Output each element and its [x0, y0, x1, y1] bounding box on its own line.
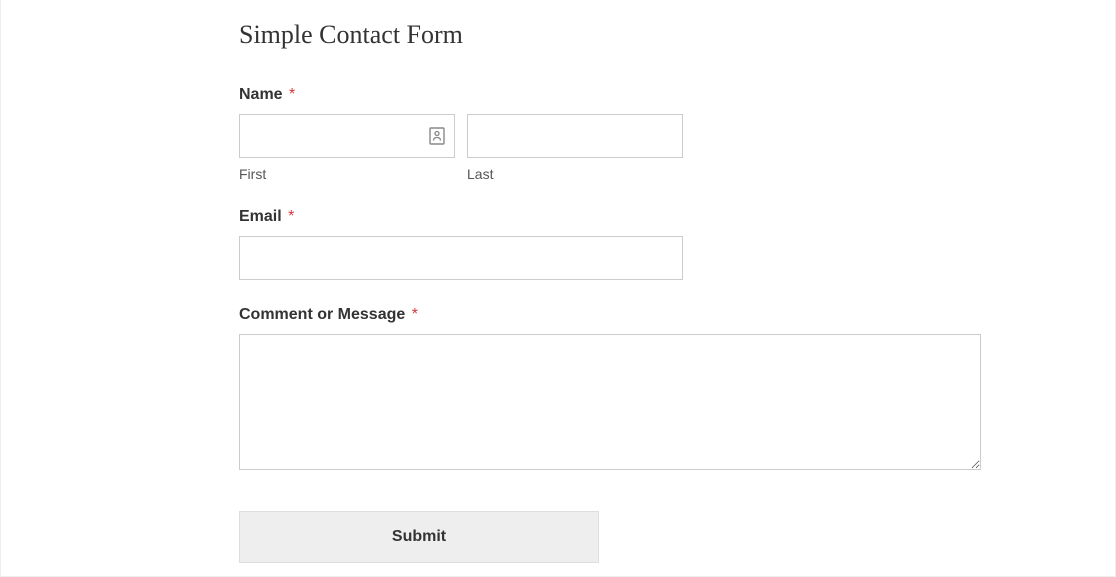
name-label-text: Name: [239, 86, 283, 103]
message-field-group: Comment or Message *: [239, 306, 1115, 475]
last-name-sublabel: Last: [467, 166, 683, 182]
first-name-wrap: [239, 114, 455, 158]
name-field-group: Name * First Las: [239, 86, 1115, 182]
last-name-col: Last: [467, 114, 683, 182]
email-field-group: Email *: [239, 208, 1115, 280]
form-title: Simple Contact Form: [239, 20, 1115, 50]
first-name-col: First: [239, 114, 455, 182]
required-mark: *: [412, 306, 418, 323]
message-label-text: Comment or Message: [239, 306, 405, 323]
email-input[interactable]: [239, 236, 683, 280]
email-label-text: Email: [239, 208, 282, 225]
required-mark: *: [288, 208, 294, 225]
message-label: Comment or Message *: [239, 306, 1115, 324]
submit-button[interactable]: Submit: [239, 511, 599, 563]
message-textarea[interactable]: [239, 334, 981, 470]
form-container: Simple Contact Form Name * First: [1, 0, 1115, 563]
required-mark: *: [289, 86, 295, 103]
name-label: Name *: [239, 86, 1115, 104]
email-label: Email *: [239, 208, 1115, 226]
first-name-input[interactable]: [239, 114, 455, 158]
first-name-sublabel: First: [239, 166, 455, 182]
last-name-input[interactable]: [467, 114, 683, 158]
name-row: First Last: [239, 114, 1115, 182]
